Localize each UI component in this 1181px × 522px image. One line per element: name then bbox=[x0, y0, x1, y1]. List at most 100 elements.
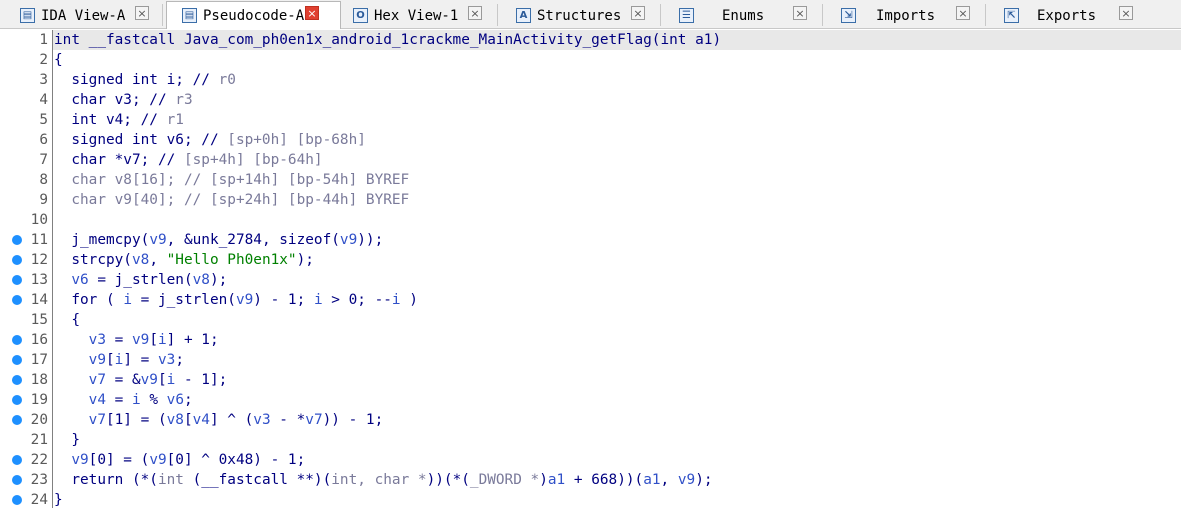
code-token: [ bbox=[105, 352, 115, 368]
close-icon[interactable]: × bbox=[135, 6, 149, 20]
code-line[interactable]: 1 int __fastcall Java_com_ph0en1x_android… bbox=[0, 30, 1181, 50]
code-text: v9[0] = (v9[0] ^ 0x48) - 1; bbox=[54, 450, 305, 470]
exports-icon: ⇱ bbox=[1004, 8, 1019, 23]
code-token: = j_strlen( bbox=[88, 272, 193, 288]
breakpoint-dot-icon[interactable] bbox=[12, 495, 22, 505]
line-number: 14 bbox=[30, 292, 48, 308]
code-line[interactable]: 5 int v4; // r1 bbox=[0, 110, 1181, 130]
line-number: 5 bbox=[39, 112, 48, 128]
code-line[interactable]: 14 for ( i = j_strlen(v9) - 1; i > 0; --… bbox=[0, 290, 1181, 310]
tab-divider bbox=[822, 4, 823, 26]
code-line[interactable]: 12 strcpy(v8, "Hello Ph0en1x"); bbox=[0, 250, 1181, 270]
breakpoint-dot-icon[interactable] bbox=[12, 475, 22, 485]
line-number: 4 bbox=[39, 92, 48, 108]
tab-label: Exports bbox=[1037, 7, 1097, 24]
imports-icon: ⇲ bbox=[841, 8, 856, 23]
close-icon[interactable]: × bbox=[956, 6, 970, 20]
code-line[interactable]: 24} bbox=[0, 490, 1181, 510]
code-line[interactable]: 15 { bbox=[0, 310, 1181, 330]
code-text: signed int i; // r0 bbox=[54, 70, 236, 90]
code-line[interactable]: 13 v6 = j_strlen(v8); bbox=[0, 270, 1181, 290]
tab-enums[interactable]: ☰ Enums bbox=[679, 2, 764, 29]
code-line[interactable]: 20 v7[1] = (v8[v4] ^ (v3 - *v7)) - 1; bbox=[0, 410, 1181, 430]
code-line[interactable]: 2{ bbox=[0, 50, 1181, 70]
line-number: 9 bbox=[39, 192, 48, 208]
breakpoint-dot-icon[interactable] bbox=[12, 355, 22, 365]
code-token: [0] = ( bbox=[88, 452, 150, 468]
code-token: j_memcpy( bbox=[54, 232, 150, 248]
pseudocode-icon: ▤ bbox=[182, 8, 197, 23]
pseudocode-view[interactable]: 1 int __fastcall Java_com_ph0en1x_android… bbox=[0, 29, 1181, 522]
code-text: char v3; // r3 bbox=[54, 90, 193, 110]
code-token: v7 bbox=[54, 412, 106, 428]
code-line[interactable]: 21 } bbox=[0, 430, 1181, 450]
code-line[interactable]: 7 char *v7; // [sp+4h] [bp-64h] bbox=[0, 150, 1181, 170]
tab-bar: ▤ IDA View-A × ▤ Pseudocode-A × O Hex Vi… bbox=[0, 0, 1181, 29]
code-text: char v8[16]; // [sp+14h] [bp-54h] BYREF bbox=[54, 170, 409, 190]
tab-imports[interactable]: ⇲ Imports bbox=[841, 2, 935, 29]
close-icon[interactable]: × bbox=[305, 6, 319, 20]
line-number: 10 bbox=[30, 212, 48, 228]
code-token: , bbox=[149, 252, 167, 268]
code-line[interactable]: 22 v9[0] = (v9[0] ^ 0x48) - 1; bbox=[0, 450, 1181, 470]
code-token: v8 bbox=[192, 272, 210, 288]
code-token: v3 bbox=[54, 332, 106, 348]
breakpoint-dot-icon[interactable] bbox=[12, 255, 22, 265]
code-text: v9[i] = v3; bbox=[54, 350, 184, 370]
breakpoint-dot-icon[interactable] bbox=[12, 415, 22, 425]
code-token: = bbox=[105, 332, 132, 348]
code-token: [0] ^ 0x48) - 1; bbox=[166, 452, 306, 468]
close-icon[interactable]: × bbox=[468, 6, 482, 20]
breakpoint-dot-icon[interactable] bbox=[12, 275, 22, 285]
tab-divider bbox=[162, 4, 163, 26]
code-token: v9 bbox=[149, 452, 167, 468]
code-token: v7 bbox=[305, 412, 323, 428]
breakpoint-dot-icon[interactable] bbox=[12, 395, 22, 405]
code-token: [sp+4h] [bp-64h] bbox=[183, 152, 323, 168]
code-token: i bbox=[166, 372, 176, 388]
code-line[interactable]: 6 signed int v6; // [sp+0h] [bp-68h] bbox=[0, 130, 1181, 150]
code-line[interactable]: 17 v9[i] = v3; bbox=[0, 350, 1181, 370]
code-token: { bbox=[54, 52, 63, 68]
code-token: int v4; // bbox=[54, 112, 167, 128]
code-line[interactable]: 16 v3 = v9[i] + 1; bbox=[0, 330, 1181, 350]
breakpoint-dot-icon[interactable] bbox=[12, 375, 22, 385]
tab-label: Imports bbox=[876, 7, 936, 24]
breakpoint-dot-icon[interactable] bbox=[12, 455, 22, 465]
code-line[interactable]: 8 char v8[16]; // [sp+14h] [bp-54h] BYRE… bbox=[0, 170, 1181, 190]
line-number: 24 bbox=[30, 492, 48, 508]
code-text: int __fastcall Java_com_ph0en1x_android_… bbox=[54, 30, 721, 50]
close-icon[interactable]: × bbox=[793, 6, 807, 20]
structures-icon: A bbox=[516, 8, 531, 23]
breakpoint-dot-icon[interactable] bbox=[12, 295, 22, 305]
code-token: r3 bbox=[175, 92, 193, 108]
breakpoint-dot-icon[interactable] bbox=[12, 335, 22, 345]
line-number: 8 bbox=[39, 172, 48, 188]
code-token: signed int v6; // bbox=[54, 132, 228, 148]
line-number: 3 bbox=[39, 72, 48, 88]
code-line[interactable]: 3 signed int i; // r0 bbox=[0, 70, 1181, 90]
close-icon[interactable]: × bbox=[1119, 6, 1133, 20]
tab-structures[interactable]: A Structures bbox=[516, 2, 621, 29]
code-line[interactable]: 4 char v3; // r3 bbox=[0, 90, 1181, 110]
code-token: ); bbox=[695, 472, 713, 488]
code-line[interactable]: 10 bbox=[0, 210, 1181, 230]
code-line[interactable]: 19 v4 = i % v6; bbox=[0, 390, 1181, 410]
tab-exports[interactable]: ⇱ Exports bbox=[1004, 2, 1096, 29]
code-line[interactable]: 9 char v9[40]; // [sp+24h] [bp-44h] BYRE… bbox=[0, 190, 1181, 210]
code-token: v8 bbox=[131, 252, 150, 268]
close-icon[interactable]: × bbox=[631, 6, 645, 20]
line-number: 6 bbox=[39, 132, 48, 148]
code-token: char v9[40]; // [sp+24h] [bp-44h] BYREF bbox=[54, 192, 410, 208]
tab-ida-view-a[interactable]: ▤ IDA View-A bbox=[20, 2, 125, 29]
tab-label: IDA View-A bbox=[41, 7, 126, 24]
breakpoint-dot-icon[interactable] bbox=[12, 235, 22, 245]
code-token: ) bbox=[539, 472, 548, 488]
code-line[interactable]: 23 return (*(int (__fastcall **)(int, ch… bbox=[0, 470, 1181, 490]
code-token: , bbox=[660, 472, 678, 488]
code-token: { bbox=[54, 312, 80, 328]
code-line[interactable]: 11 j_memcpy(v9, &unk_2784, sizeof(v9)); bbox=[0, 230, 1181, 250]
code-token: v3 bbox=[157, 352, 176, 368]
tab-hex-view-1[interactable]: O Hex View-1 bbox=[353, 2, 458, 29]
code-line[interactable]: 18 v7 = &v9[i - 1]; bbox=[0, 370, 1181, 390]
